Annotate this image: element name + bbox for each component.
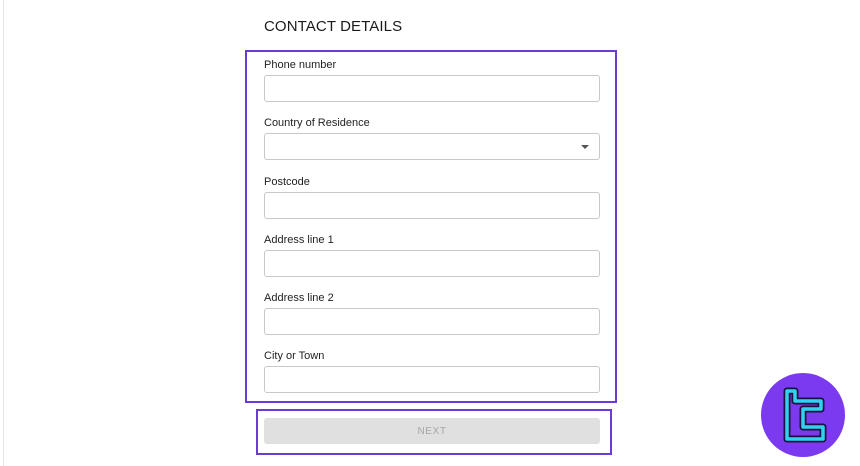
caret-down-icon[interactable] bbox=[581, 145, 589, 149]
postcode-label: Postcode bbox=[264, 176, 310, 188]
page-left-divider bbox=[3, 0, 4, 466]
address-line-1-label: Address line 1 bbox=[264, 234, 334, 246]
phone-number-label: Phone number bbox=[264, 59, 337, 71]
country-of-residence-select[interactable] bbox=[264, 133, 600, 160]
address-line-2-input[interactable] bbox=[264, 308, 600, 335]
country-of-residence-label: Country of Residence bbox=[264, 117, 370, 129]
form-title: CONTACT DETAILS bbox=[264, 18, 403, 35]
brand-logo-icon bbox=[761, 373, 845, 457]
city-or-town-label: City or Town bbox=[264, 350, 325, 362]
postcode-input[interactable] bbox=[264, 192, 600, 219]
phone-number-input[interactable] bbox=[264, 75, 600, 102]
address-line-2-label: Address line 2 bbox=[264, 292, 334, 304]
address-line-1-input[interactable] bbox=[264, 250, 600, 277]
city-or-town-input[interactable] bbox=[264, 366, 600, 393]
brand-logo-mark bbox=[783, 387, 827, 443]
next-button[interactable]: NEXT bbox=[264, 418, 600, 444]
